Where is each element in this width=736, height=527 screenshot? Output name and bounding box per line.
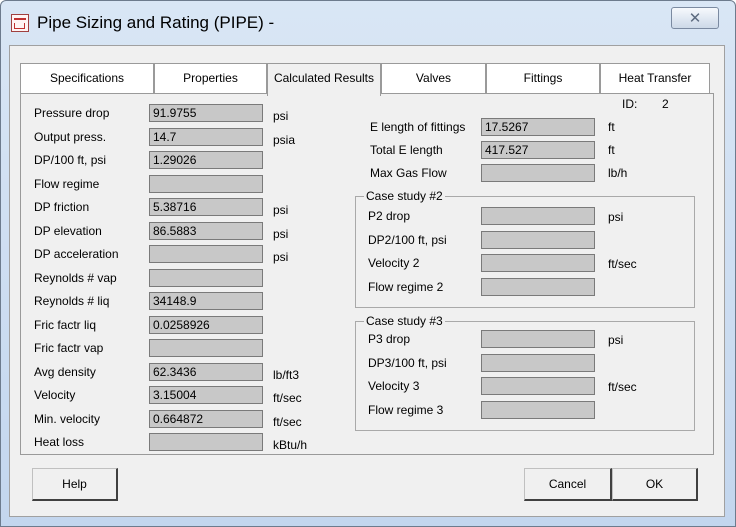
e-length-of-fittings-unit: ft: [608, 120, 615, 134]
e-length-of-fittings-label: E length of fittings: [370, 120, 466, 134]
dp3-100-ft-psi-label: DP3/100 ft, psi: [368, 355, 447, 370]
output-press-label: Output press.: [34, 129, 107, 144]
tab-fittings[interactable]: Fittings: [486, 63, 600, 93]
total-e-length-unit: ft: [608, 143, 615, 157]
dp2-100-ft-psi-label: DP2/100 ft, psi: [368, 232, 447, 247]
p2-drop-field: [481, 207, 595, 225]
p3-drop-field: [481, 330, 595, 348]
dp-100-ft-psi-label: DP/100 ft, psi: [34, 153, 107, 167]
flow-regime-3-label: Flow regime 3: [368, 402, 444, 417]
close-icon: ✕: [688, 10, 702, 27]
tab-calculated-results[interactable]: Calculated Results: [267, 63, 381, 96]
pressure-drop-label: Pressure drop: [34, 106, 110, 120]
velocity-3-field: [481, 377, 595, 395]
dp-elevation-field: 86.5883: [149, 221, 263, 240]
velocity-2-label: Velocity 2: [368, 256, 420, 270]
p2-drop-unit: psi: [608, 210, 624, 224]
flow-regime-3-field: [481, 400, 595, 419]
p2-drop-label: P2 drop: [368, 209, 411, 223]
help-button[interactable]: Help: [32, 468, 118, 501]
id-value: 2: [662, 97, 669, 111]
tab-specifications[interactable]: Specifications: [20, 63, 154, 93]
avg-density-label: Avg density: [34, 364, 96, 379]
fric-factr-liq-label: Fric factr liq: [34, 317, 97, 332]
reynolds-liq-label: Reynolds # liq: [34, 294, 110, 308]
dp-elevation-label: DP elevation: [34, 223, 102, 238]
min-velocity-unit: ft/sec: [273, 414, 302, 429]
p3-drop-unit: psi: [608, 333, 624, 347]
flow-regime-field: [149, 174, 263, 193]
tab-strip: Specifications Properties Calculated Res…: [20, 63, 717, 96]
close-button[interactable]: ✕: [671, 7, 719, 29]
velocity-2-field: [481, 254, 595, 272]
heat-loss-field: [149, 433, 263, 451]
tab-valves[interactable]: Valves: [381, 63, 486, 93]
e-length-of-fittings-field: 17.5267: [481, 118, 595, 136]
max-gas-flow-field: [481, 164, 595, 182]
dp-elevation-unit: psi: [273, 226, 289, 241]
dp-acceleration-label: DP acceleration: [34, 247, 119, 261]
velocity-3-unit: ft/sec: [608, 380, 637, 394]
dp-friction-unit: psi: [273, 203, 289, 217]
velocity-3-label: Velocity 3: [368, 379, 420, 393]
dp3-100-ft-psi-field: [481, 353, 595, 372]
output-press-field: 14.7: [149, 127, 263, 146]
max-gas-flow-unit: lb/h: [608, 166, 628, 180]
tab-properties[interactable]: Properties: [154, 63, 267, 93]
heat-loss-unit: kBtu/h: [273, 438, 308, 452]
pressure-drop-unit: psi: [273, 109, 289, 123]
dp2-100-ft-psi-field: [481, 230, 595, 249]
avg-density-unit: lb/ft3: [273, 367, 300, 382]
min-velocity-field: 0.664872: [149, 409, 263, 428]
tab-heat-transfer[interactable]: Heat Transfer: [600, 63, 710, 93]
reynolds-liq-field: 34148.9: [149, 292, 263, 310]
total-e-length-label: Total E length: [370, 143, 443, 157]
fric-factr-vap-field: [149, 339, 263, 357]
id-label: ID:: [622, 97, 638, 111]
avg-density-field: 62.3436: [149, 362, 263, 381]
ok-button[interactable]: OK: [612, 468, 698, 501]
total-e-length-field: 417.527: [481, 141, 595, 159]
fric-factr-vap-label: Fric factr vap: [34, 341, 104, 355]
velocity-field: 3.15004: [149, 386, 263, 404]
dp-acceleration-unit: psi: [273, 250, 289, 264]
pressure-drop-field: 91.9755: [149, 104, 263, 122]
case-study-2-title: Case study #2: [364, 189, 445, 203]
window-title: Pipe Sizing and Rating (PIPE) -: [37, 13, 275, 32]
fric-factr-liq-field: 0.0258926: [149, 315, 263, 334]
flow-regime-2-label: Flow regime 2: [368, 279, 444, 294]
dp-acceleration-field: [149, 245, 263, 263]
velocity-unit: ft/sec: [273, 391, 302, 405]
flow-regime-label: Flow regime: [34, 176, 100, 191]
title-bar[interactable]: Pipe Sizing and Rating (PIPE) - ✕: [1, 1, 735, 45]
pipe-app-icon: [11, 14, 29, 32]
cancel-button[interactable]: Cancel: [524, 468, 612, 501]
reynolds-vap-field: [149, 268, 263, 287]
p3-drop-label: P3 drop: [368, 332, 411, 346]
max-gas-flow-label: Max Gas Flow: [370, 166, 447, 180]
velocity-2-unit: ft/sec: [608, 257, 637, 271]
case-study-3-title: Case study #3: [364, 314, 445, 328]
reynolds-vap-label: Reynolds # vap: [34, 270, 117, 285]
dp-friction-field: 5.38716: [149, 198, 263, 216]
heat-loss-label: Heat loss: [34, 435, 85, 449]
velocity-label: Velocity: [34, 388, 76, 402]
min-velocity-label: Min. velocity: [34, 411, 101, 426]
dp-friction-label: DP friction: [34, 200, 90, 214]
dp-100-ft-psi-field: 1.29026: [149, 151, 263, 169]
output-press-unit: psia: [273, 132, 296, 147]
flow-regime-2-field: [481, 277, 595, 296]
